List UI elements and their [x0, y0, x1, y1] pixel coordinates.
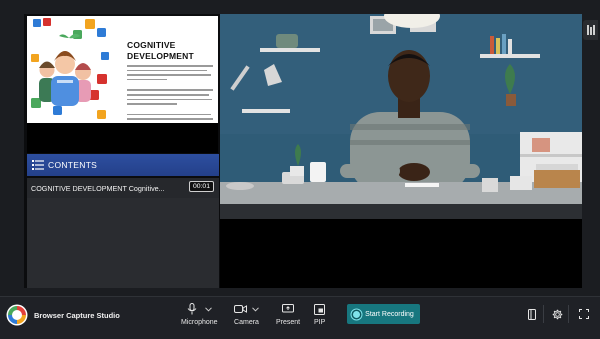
gear-icon — [552, 309, 562, 319]
toolbar-divider — [543, 305, 544, 323]
slide-letterbox — [27, 123, 218, 153]
list-icon — [32, 160, 44, 170]
presentation-slide: COGNITIVE DEVELOPMENT — [27, 16, 218, 123]
pip-button[interactable]: PIP — [314, 302, 325, 326]
chevron-down-icon[interactable] — [252, 306, 259, 312]
record-icon — [353, 310, 361, 318]
pip-label: PIP — [314, 319, 326, 326]
slide-title-line-2: DEVELOPMENT — [127, 51, 194, 61]
camera-label: Camera — [234, 319, 259, 326]
app-name: Browser Capture Studio — [34, 310, 120, 320]
slide-illustration — [31, 18, 109, 119]
slide-title-line-1: COGNITIVE — [127, 40, 176, 50]
chevron-down-icon[interactable] — [204, 306, 212, 312]
fullscreen-icon — [579, 309, 589, 319]
video-letterbox — [220, 219, 582, 288]
present-icon — [282, 304, 295, 313]
present-label: Present — [276, 319, 301, 326]
microphone-label: Microphone — [181, 319, 218, 326]
app-brand: Browser Capture Studio — [6, 304, 120, 326]
panel-toggle-button[interactable] — [525, 307, 539, 321]
contents-item-title: COGNITIVE DEVELOPMENT Cognitive... — [31, 183, 165, 193]
webcam-video — [220, 14, 582, 219]
camera-icon — [234, 305, 247, 313]
app-logo — [6, 304, 28, 326]
side-panel-handle[interactable] — [583, 20, 598, 40]
microphone-icon — [187, 303, 197, 315]
pip-icon — [314, 303, 326, 315]
panel-icon — [528, 308, 536, 320]
contents-label: CONTENTS — [48, 160, 98, 170]
contents-list-item[interactable]: COGNITIVE DEVELOPMENT Cognitive... 00:01 — [27, 178, 219, 198]
start-recording-label: Start Recording — [365, 310, 414, 318]
start-recording-button[interactable]: Start Recording — [347, 304, 420, 324]
slide-body-text — [127, 65, 213, 123]
slide-title: COGNITIVE DEVELOPMENT — [127, 40, 215, 62]
microphone-button[interactable]: Microphone — [181, 302, 218, 326]
contents-item-duration: 00:01 — [188, 181, 214, 192]
contents-header[interactable]: CONTENTS — [27, 154, 219, 176]
webcam-scene — [220, 14, 582, 219]
fullscreen-button[interactable] — [577, 307, 591, 321]
settings-button[interactable] — [550, 307, 564, 321]
contents-panel-empty — [27, 198, 219, 288]
present-button[interactable]: Present — [276, 302, 300, 326]
camera-button[interactable]: Camera — [234, 302, 259, 326]
toolbar-divider — [568, 305, 569, 323]
handle-icon — [586, 25, 595, 35]
